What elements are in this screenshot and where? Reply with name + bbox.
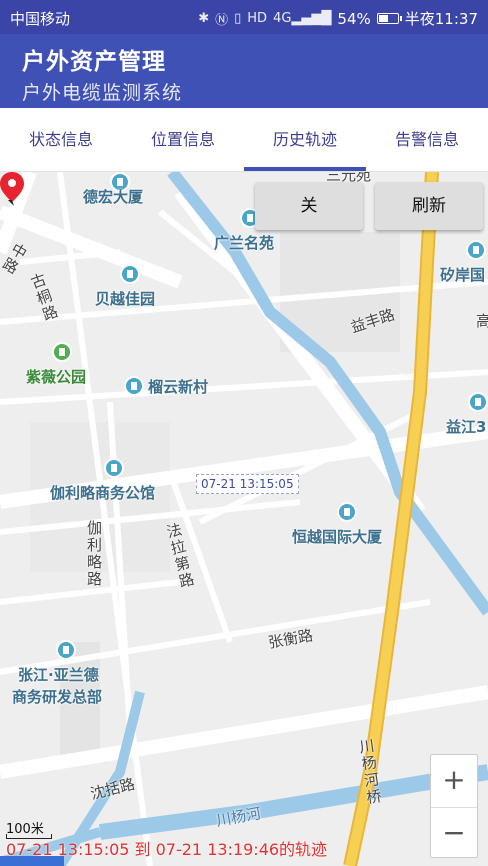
poi-ziwei[interactable]: 紫薇公园 [26, 366, 86, 387]
hd-icon: HD [247, 11, 268, 26]
4g-signal-icon: 4G▂▄▆█ [273, 11, 332, 26]
refresh-button[interactable]: 刷新 [375, 182, 483, 230]
poi-zhangjiang-line2[interactable]: 商务研发总部 [12, 686, 102, 707]
poi-anzhe[interactable]: 矽岸国 [440, 264, 485, 285]
status-icons: ✱ Ⓝ ▯ HD 4G▂▄▆█ 54% 半夜11:37 [198, 8, 478, 29]
battery-icon [376, 13, 402, 24]
poi-anzhe-icon [466, 240, 486, 260]
tab-history-track[interactable]: 历史轨迹 [244, 108, 366, 171]
tab-bar: 状态信息 位置信息 历史轨迹 告警信息 [0, 108, 488, 172]
poi-zhangjiang[interactable]: 张江·亚兰德 [18, 664, 99, 685]
close-button[interactable]: 关 [255, 182, 363, 230]
road-jialilu: 伽利略路 [85, 520, 103, 588]
poi-hengyue[interactable]: 恒越国际大厦 [292, 526, 382, 547]
tab-location-info[interactable]: 位置信息 [122, 108, 244, 171]
poi-beiyue[interactable]: 贝越佳园 [95, 288, 155, 309]
poi-guanglan[interactable]: 广兰名苑 [214, 232, 274, 253]
poi-yijiang[interactable]: 益江3 [446, 416, 486, 437]
poi-ziwei-icon [52, 342, 72, 362]
carrier-name: 中国移动 [10, 10, 71, 28]
trace-point-label: 07-21 13:15:05 [196, 474, 299, 494]
road-right-partial: 高 [476, 312, 488, 330]
map-logo [0, 856, 64, 866]
poi-liuyun-icon [124, 376, 144, 396]
app-subtitle: 户外电缆监测系统 [22, 82, 183, 104]
poi-liuyun[interactable]: 榴云新村 [148, 376, 208, 397]
zoom-in-button[interactable]: + [431, 755, 477, 807]
clock: 半夜11:37 [404, 10, 478, 28]
location-marker-icon[interactable] [0, 172, 24, 206]
map-view[interactable]: 德宏大厦 广兰名苑 贝越佳园 矽岸国 紫薇公园 榴云新村 益江3 伽利略商务公馆… [0, 172, 488, 866]
tab-alarm-info[interactable]: 告警信息 [366, 108, 488, 171]
tab-status-info[interactable]: 状态信息 [0, 108, 122, 171]
nfc-icon: Ⓝ [215, 13, 229, 28]
bluetooth-icon: ✱ [198, 11, 210, 26]
zoom-out-button[interactable]: − [431, 807, 477, 859]
poi-dehong[interactable]: 德宏大厦 [83, 186, 143, 207]
status-bar: 中国移动 ✱ Ⓝ ▯ HD 4G▂▄▆█ 54% 半夜11:37 [0, 0, 488, 34]
poi-jialilu-icon [104, 458, 124, 478]
map-roads [0, 172, 488, 866]
poi-zhangjiang-icon [56, 640, 76, 660]
battery-percent: 54% [337, 9, 371, 28]
poi-yijiang-icon [468, 392, 488, 412]
vibrate-icon: ▯ [234, 11, 242, 26]
app-bar: 户外资产管理 户外电缆监测系统 [0, 34, 488, 108]
poi-hengyue-icon [337, 502, 357, 522]
battery-fill [378, 15, 388, 22]
app-title: 户外资产管理 [22, 49, 166, 75]
poi-beiyue-icon [120, 264, 140, 284]
zoom-controls: + − [430, 754, 478, 858]
poi-jialilu[interactable]: 伽利略商务公馆 [50, 482, 155, 503]
